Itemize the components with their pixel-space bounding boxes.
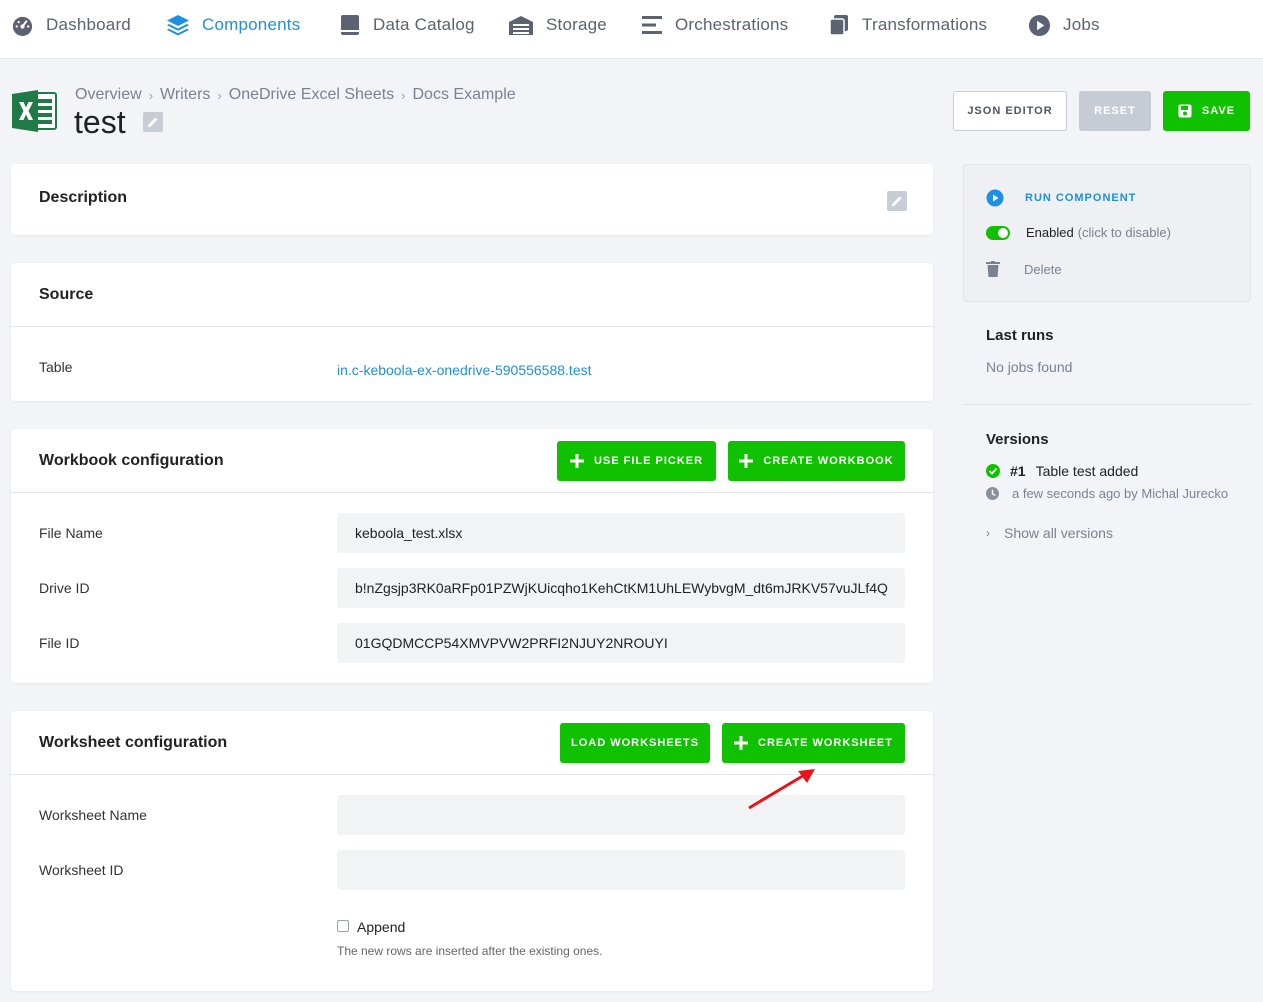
breadcrumb: Overview › Writers › OneDrive Excel Shee… [75, 86, 516, 104]
dashboard-gauge-icon [12, 16, 33, 36]
source-table-link[interactable]: in.c-keboola-ex-onedrive-590556588.test [337, 362, 592, 378]
breadcrumb-onedrive-excel-sheets[interactable]: OneDrive Excel Sheets [229, 86, 394, 104]
enabled-toggle[interactable] [986, 225, 1010, 240]
nav-orchestrations-label: Orchestrations [675, 15, 789, 34]
file-id-label: File ID [39, 635, 80, 651]
source-title: Source [39, 286, 94, 303]
worksheet-id-field[interactable] [337, 850, 905, 890]
append-help-text: The new rows are inserted after the exis… [337, 944, 603, 958]
clock-icon [986, 487, 999, 500]
chevron-right-icon: › [217, 87, 222, 103]
run-component-label: RUN COMPONENT [1025, 192, 1137, 204]
trash-icon [986, 261, 1000, 277]
drive-id-label: Drive ID [39, 580, 90, 596]
use-file-picker-label: USE FILE PICKER [593, 455, 704, 467]
chevron-right-icon: › [401, 87, 406, 103]
floppy-disk-icon [1178, 104, 1192, 118]
play-circle-icon [986, 189, 1004, 207]
divider [11, 326, 933, 327]
top-navigation: Dashboard Components Data Catalog Storag… [0, 0, 1263, 59]
nav-data-catalog-label: Data Catalog [373, 15, 475, 34]
save-button[interactable]: SAVE [1163, 91, 1250, 131]
show-all-versions-label: Show all versions [1004, 525, 1113, 541]
workbook-configuration-title: Workbook configuration [39, 452, 224, 469]
nav-components-label: Components [202, 15, 301, 34]
page-title: test [74, 104, 126, 140]
file-name-field[interactable]: keboola_test.xlsx [337, 513, 905, 553]
play-circle-icon [1028, 14, 1051, 36]
drive-id-field[interactable]: b!nZgsjp3RK0aRFp01PZWjKUicqho1KehCtKM1Uh… [337, 568, 905, 608]
nav-orchestrations[interactable]: Orchestrations [641, 0, 788, 50]
nav-jobs[interactable]: Jobs [1028, 0, 1100, 50]
component-actions-panel: RUN COMPONENT Enabled (click to disable)… [963, 164, 1251, 302]
copy-files-icon [829, 15, 848, 36]
table-label: Table [39, 359, 73, 375]
json-editor-button[interactable]: JSON EDITOR [953, 91, 1067, 131]
warehouse-icon [509, 16, 533, 35]
use-file-picker-button[interactable]: USE FILE PICKER [557, 441, 716, 481]
version-meta-row: a few seconds ago by Michal Jurecko [986, 486, 1228, 501]
nav-dashboard-label: Dashboard [46, 15, 131, 34]
chevron-right-icon: › [148, 87, 154, 103]
append-label[interactable]: Append [357, 919, 405, 935]
breadcrumb-writers[interactable]: Writers [160, 86, 210, 104]
excel-logo-icon [12, 88, 58, 139]
annotation-arrow-icon [748, 769, 815, 810]
plus-icon [739, 454, 754, 468]
source-card: Source Table in.c-keboola-ex-onedrive-59… [11, 263, 933, 401]
save-button-label: SAVE [1201, 105, 1236, 117]
edit-description-pencil-icon[interactable] [887, 191, 907, 211]
create-workbook-button[interactable]: CREATE WORKBOOK [728, 441, 905, 481]
version-row[interactable]: #1 Table test added [986, 463, 1138, 479]
delete-action[interactable]: Delete [986, 261, 1062, 277]
worksheet-configuration-card: Worksheet configuration LOAD WORKSHEETS … [11, 711, 933, 991]
enabled-hint: (click to disable) [1077, 225, 1171, 240]
version-number: #1 [1010, 463, 1026, 479]
nav-transformations-label: Transformations [862, 15, 988, 34]
check-circle-icon [986, 464, 1000, 478]
worksheet-configuration-title: Worksheet configuration [39, 734, 228, 751]
show-all-versions-link[interactable]: › Show all versions [986, 525, 1113, 541]
append-checkbox[interactable] [337, 920, 349, 932]
workbook-configuration-card: Workbook configuration USE FILE PICKER C… [11, 429, 933, 683]
plus-icon [569, 454, 584, 468]
create-worksheet-label: CREATE WORKSHEET [758, 737, 893, 749]
enabled-label: Enabled [1026, 225, 1074, 240]
last-runs-title: Last runs [986, 327, 1054, 344]
reset-button[interactable]: RESET [1079, 91, 1151, 131]
plus-icon [734, 736, 749, 750]
edit-title-pencil-icon[interactable] [143, 112, 163, 132]
description-card: Description [11, 164, 933, 235]
layers-icon [167, 15, 189, 36]
file-name-label: File Name [39, 525, 103, 541]
version-description: Table test added [1035, 463, 1139, 479]
divider [963, 404, 1251, 405]
nav-dashboard[interactable]: Dashboard [11, 0, 131, 50]
breadcrumb-overview[interactable]: Overview [75, 86, 142, 104]
worksheet-id-label: Worksheet ID [39, 862, 124, 878]
versions-title: Versions [986, 431, 1049, 448]
nav-jobs-label: Jobs [1063, 15, 1100, 34]
chevron-right-icon: › [986, 526, 990, 540]
run-component-action[interactable]: RUN COMPONENT [986, 189, 1136, 207]
nav-transformations[interactable]: Transformations [828, 0, 987, 50]
nav-storage-label: Storage [546, 15, 607, 34]
book-icon [341, 15, 359, 35]
last-runs-empty: No jobs found [986, 359, 1073, 375]
worksheet-name-label: Worksheet Name [39, 807, 147, 823]
nav-data-catalog[interactable]: Data Catalog [339, 0, 475, 50]
divider [11, 492, 933, 493]
delete-label: Delete [1024, 261, 1062, 277]
enabled-toggle-row[interactable]: Enabled (click to disable) [986, 225, 1171, 240]
create-workbook-label: CREATE WORKBOOK [763, 455, 894, 467]
breadcrumb-docs-example[interactable]: Docs Example [413, 86, 516, 104]
nav-storage[interactable]: Storage [508, 0, 607, 50]
file-id-field[interactable]: 01GQDMCCP54XMVPVW2PRFI2NJUY2NROUYI [337, 623, 905, 663]
orchestration-bars-icon [642, 16, 662, 34]
description-title: Description [39, 189, 128, 206]
version-meta: a few seconds ago by Michal Jurecko [1012, 486, 1229, 501]
load-worksheets-button[interactable]: LOAD WORKSHEETS [560, 723, 710, 763]
create-worksheet-button[interactable]: CREATE WORKSHEET [722, 723, 905, 763]
nav-components[interactable]: Components [166, 0, 300, 50]
